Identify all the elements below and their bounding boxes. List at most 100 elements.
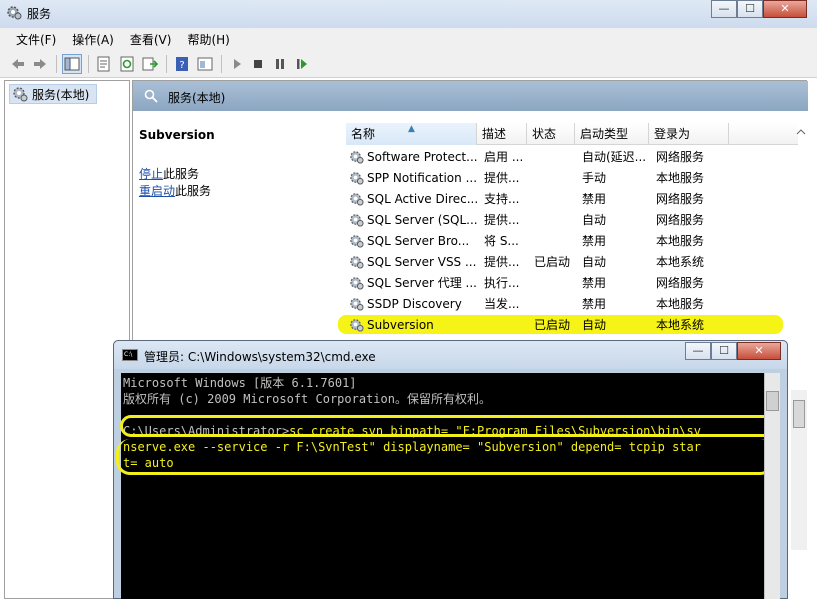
service-name-cell: Subversion xyxy=(346,317,479,332)
service-log-on-as: 本地系统 xyxy=(656,255,705,269)
refresh-button[interactable] xyxy=(117,54,137,74)
maximize-button[interactable]: ☐ xyxy=(737,0,763,18)
service-log-on-as: 本地服务 xyxy=(656,297,705,311)
service-log-on-as: 网络服务 xyxy=(656,213,705,227)
console-output[interactable]: Microsoft Windows [版本 6.1.7601] 版权所有 (c)… xyxy=(121,373,764,599)
tree-item-label: 服务(本地) xyxy=(32,87,90,102)
show-console-tree-button[interactable] xyxy=(62,54,82,74)
cmd-close-button[interactable]: ✕ xyxy=(737,342,781,360)
export-list-button[interactable] xyxy=(140,54,160,74)
service-startup-type: 手动 xyxy=(582,171,607,185)
service-row[interactable]: SSDP Discovery 当发... 禁用 本地服务 xyxy=(346,293,816,314)
list-scrollbar[interactable] xyxy=(794,125,808,185)
column-headers: ▲ 名称 描述 状态 启动类型 登录为 xyxy=(346,123,798,145)
play-icon xyxy=(234,59,241,69)
column-header-name-label: 名称 xyxy=(351,127,376,141)
service-log-on-as: 本地系统 xyxy=(656,318,705,332)
service-gear-icon xyxy=(350,193,364,206)
service-row[interactable]: SQL Server VSS ... 提供... 已启动 自动 本地系统 xyxy=(346,251,816,272)
highlight-annotation xyxy=(116,439,774,475)
service-log-on-as: 网络服务 xyxy=(656,150,705,164)
service-log-on-as: 网络服务 xyxy=(656,276,705,290)
service-rows: Software Protect... 启用 ... 自动(延迟... 网络服务 SPP… xyxy=(338,146,816,335)
service-description: 提供... xyxy=(484,171,520,185)
service-name-cell: SPP Notification ... xyxy=(346,170,479,185)
service-startup-type: 自动 xyxy=(582,213,607,227)
back-button[interactable] xyxy=(8,54,28,74)
menu-view[interactable]: 查看(V) xyxy=(124,28,178,50)
service-row[interactable]: SPP Notification ... 提供... 手动 本地服务 xyxy=(346,167,816,188)
service-description: 当发... xyxy=(484,297,520,311)
service-startup-type: 禁用 xyxy=(582,276,607,290)
service-description: 提供... xyxy=(484,213,520,227)
scroll-up-icon xyxy=(796,129,806,135)
pane-header: 服务(本地) xyxy=(133,81,808,111)
forward-button[interactable] xyxy=(30,54,50,74)
service-name-cell: SQL Server (SQL... xyxy=(346,212,479,227)
cmd-maximize-button[interactable]: ☐ xyxy=(711,342,737,360)
service-name: SQL Active Direc... xyxy=(367,191,479,206)
service-gear-icon xyxy=(350,256,364,269)
services-gear-icon xyxy=(7,6,22,20)
stop-service-suffix: 此服务 xyxy=(163,167,200,181)
service-startup-type: 禁用 xyxy=(582,297,607,311)
menu-action[interactable]: 操作(A) xyxy=(66,28,120,50)
service-gear-icon xyxy=(350,277,364,290)
column-header-description[interactable]: 描述 xyxy=(477,123,527,145)
service-description: 执行... xyxy=(484,276,520,290)
tree-item-services-local[interactable]: 服务(本地) xyxy=(9,84,97,104)
column-header-startup-type-label: 启动类型 xyxy=(580,127,629,141)
close-button[interactable]: ✕ xyxy=(763,0,807,18)
service-gear-icon xyxy=(350,151,364,164)
menu-file[interactable]: 文件(F) xyxy=(10,28,62,50)
services-gear-icon xyxy=(13,87,28,102)
menu-help[interactable]: 帮助(H) xyxy=(181,28,235,50)
service-row[interactable]: Software Protect... 启用 ... 自动(延迟... 网络服务 xyxy=(346,146,816,167)
service-row[interactable]: SQL Server 代理 ... 执行... 禁用 网络服务 xyxy=(346,272,816,293)
page-scrollbar-thumb[interactable] xyxy=(793,400,805,428)
cmd-scrollbar-thumb[interactable] xyxy=(766,391,779,411)
cmd-minimize-button[interactable]: — xyxy=(685,342,711,360)
service-startup-type: 自动 xyxy=(582,255,607,269)
service-log-on-as: 本地服务 xyxy=(656,234,705,248)
column-header-log-on-as[interactable]: 登录为 xyxy=(649,123,729,145)
service-row[interactable]: SQL Server Bro... 将 S... 禁用 本地服务 xyxy=(346,230,816,251)
properties-button[interactable] xyxy=(94,54,114,74)
service-name-cell: SQL Server VSS ... xyxy=(346,254,479,269)
stop-service-link[interactable]: 停止 xyxy=(139,167,163,181)
service-name: SQL Server 代理 ... xyxy=(367,276,477,290)
column-header-status[interactable]: 状态 xyxy=(527,123,575,145)
forward-arrow-icon xyxy=(34,59,46,69)
service-row[interactable]: SQL Server (SQL... 提供... 自动 网络服务 xyxy=(346,209,816,230)
refresh-icon xyxy=(120,56,134,72)
column-header-name[interactable]: ▲ 名称 xyxy=(346,123,477,145)
cmd-title: 管理员: C:\Windows\system32\cmd.exe xyxy=(144,350,376,364)
start-service-button[interactable] xyxy=(227,54,247,74)
toolbar: ? xyxy=(0,50,817,78)
restart-service-button[interactable] xyxy=(292,54,312,74)
console-line: Microsoft Windows [版本 6.1.7601] xyxy=(123,376,357,390)
properties-icon xyxy=(97,56,110,72)
stop-service-button[interactable] xyxy=(248,54,268,74)
page-scrollbar[interactable] xyxy=(791,390,807,550)
service-gear-icon xyxy=(350,319,364,332)
console-tree: 服务(本地) xyxy=(4,80,130,599)
restart-service-link[interactable]: 重启动 xyxy=(139,184,175,198)
minimize-button[interactable]: — xyxy=(711,0,737,18)
column-header-startup-type[interactable]: 启动类型 xyxy=(575,123,649,145)
view-button[interactable] xyxy=(195,54,215,74)
service-gear-icon xyxy=(350,235,364,248)
service-row[interactable]: SQL Active Direc... 支持... 禁用 网络服务 xyxy=(346,188,816,209)
back-arrow-icon xyxy=(12,59,24,69)
service-name-cell: Software Protect... xyxy=(346,149,479,164)
pause-service-button[interactable] xyxy=(270,54,290,74)
service-name-cell: SQL Server Bro... xyxy=(346,233,479,248)
stop-service-row: 停止此服务 xyxy=(139,165,199,182)
service-startup-type: 禁用 xyxy=(582,234,607,248)
cmd-scrollbar[interactable] xyxy=(764,373,780,599)
service-startup-type: 自动(延迟... xyxy=(582,150,647,164)
service-row[interactable]: Subversion 已启动 自动 本地系统 xyxy=(338,314,816,335)
service-startup-type: 自动 xyxy=(582,318,607,332)
service-description: 启用 ... xyxy=(484,150,524,164)
help-button[interactable]: ? xyxy=(172,54,192,74)
